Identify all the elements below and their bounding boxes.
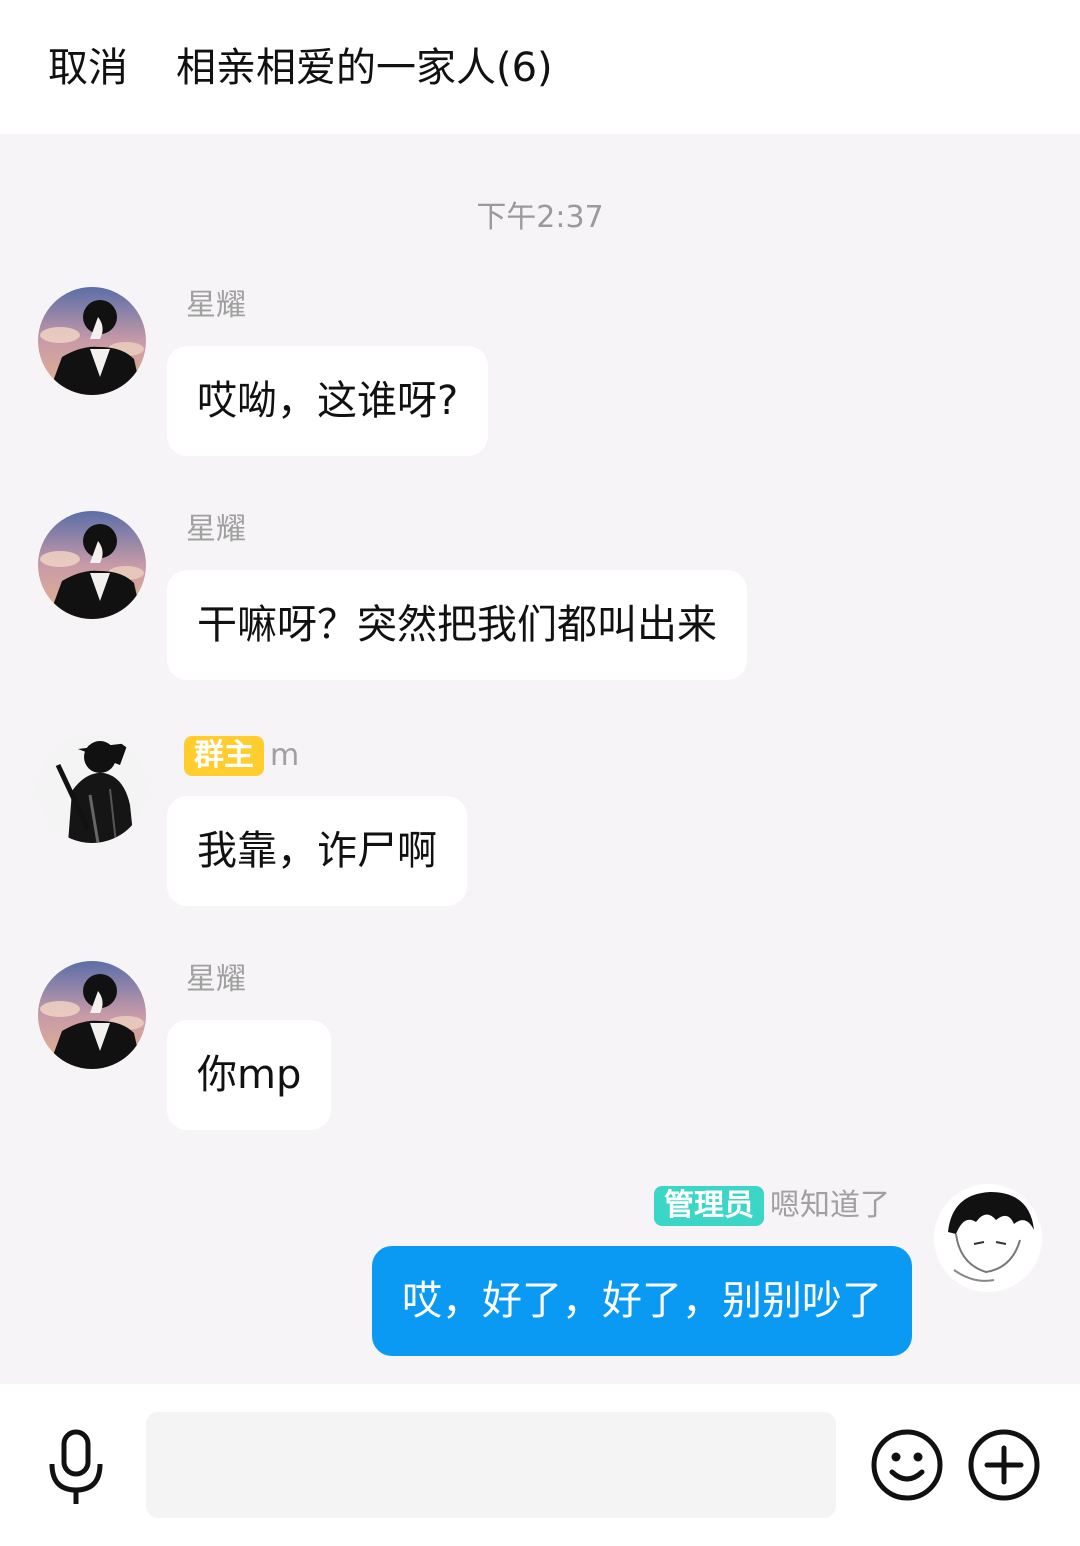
sender-name: 嗯知道了	[770, 1188, 890, 1223]
avatar[interactable]	[38, 511, 146, 619]
avatar[interactable]	[38, 961, 146, 1069]
more-button[interactable]	[967, 1428, 1041, 1502]
silhouette-avatar-icon	[38, 287, 146, 395]
my-message-bubble[interactable]: 哎，好了，好了，别别吵了	[372, 1246, 912, 1356]
sender-name: 星耀	[186, 512, 246, 547]
message-bubble[interactable]: 干嘛呀？突然把我们都叫出来	[167, 570, 747, 680]
microphone-icon	[49, 1429, 103, 1504]
input-bar	[0, 1384, 1080, 1546]
header: 取消 相亲相爱的一家人(6)	[0, 0, 1080, 134]
sender-name: 星耀	[186, 962, 246, 997]
avatar[interactable]	[934, 1184, 1042, 1292]
emoji-button[interactable]	[870, 1428, 944, 1502]
sender-name: m	[270, 738, 300, 773]
sender-label: 群主 m	[184, 736, 299, 776]
message-bubble[interactable]: 哎呦，这谁呀?	[167, 346, 489, 456]
message-timestamp: 下午2:37	[476, 200, 604, 235]
avatar[interactable]	[38, 735, 146, 843]
figure-avatar-icon	[38, 735, 146, 843]
avatar[interactable]	[38, 287, 146, 395]
message-bubble[interactable]: 你mp	[167, 1020, 332, 1130]
voice-button[interactable]	[44, 1428, 108, 1508]
admin-badge: 管理员	[654, 1186, 764, 1226]
silhouette-avatar-icon	[38, 961, 146, 1069]
group-owner-badge: 群主	[184, 736, 264, 776]
chat-title: 相亲相爱的一家人(6)	[176, 45, 553, 91]
sender-label: 管理员 嗯知道了	[654, 1186, 890, 1226]
sender-name: 星耀	[186, 288, 246, 323]
sketch-avatar-icon	[934, 1184, 1042, 1292]
message-input[interactable]	[146, 1412, 836, 1518]
chat-area[interactable]: 下午2:37 星耀 哎呦，这谁呀? 星耀 干嘛呀？突然把我们都叫出来 群主 m …	[0, 134, 1080, 1384]
message-bubble[interactable]: 我靠，诈尸啊	[167, 796, 467, 906]
plus-icon	[968, 1429, 1040, 1501]
silhouette-avatar-icon	[38, 511, 146, 619]
cancel-button[interactable]: 取消	[48, 40, 128, 96]
emoji-icon	[871, 1429, 943, 1501]
